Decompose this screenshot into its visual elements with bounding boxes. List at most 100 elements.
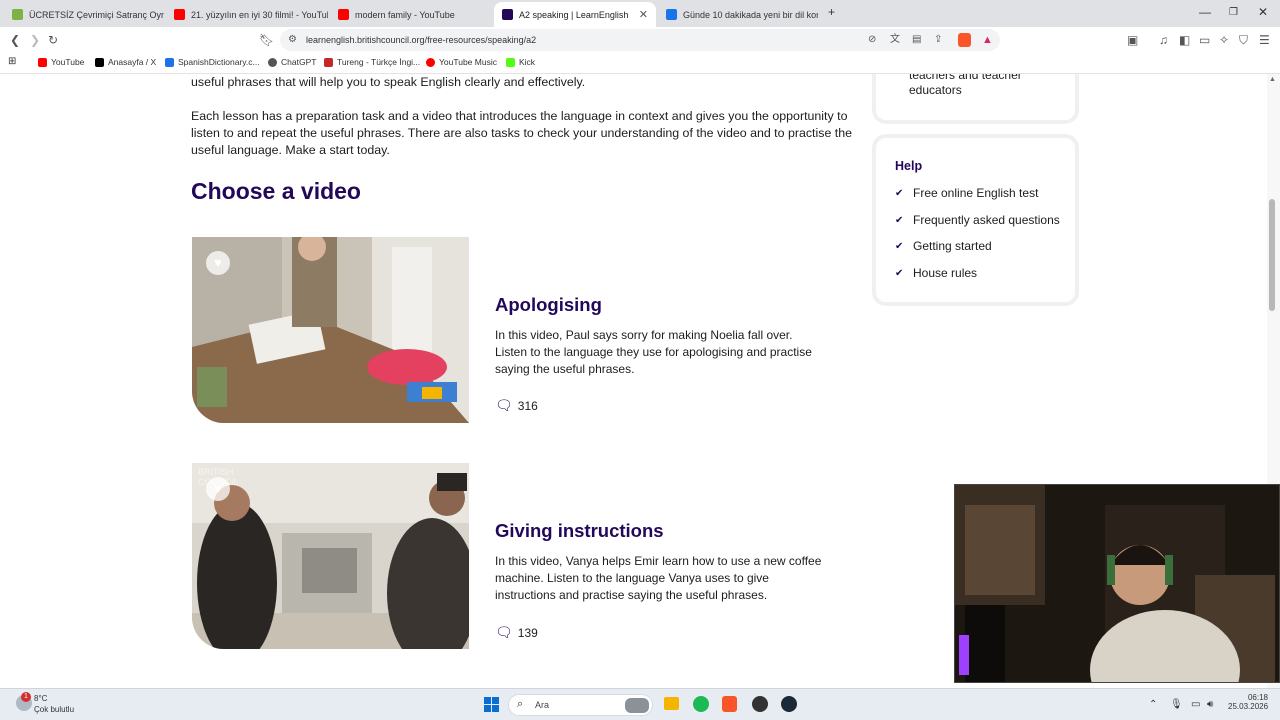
address-bar[interactable]: ⚙ learnenglish.britishcouncil.org/free-r… [280,29,1000,51]
media-icon[interactable]: ♫ [1159,32,1168,48]
share-icon[interactable]: ⇪ [934,29,942,51]
browser-toolbar: ❮ ❯ ↻ 🔖︎ ⚙ learnenglish.britishcouncil.o… [0,27,1280,53]
bookmark-spanishdictionary[interactable]: SpanishDictionary.c... [165,57,260,67]
description-line-3: useful language. Make a start today. [191,143,390,157]
bookmark-youtube-music[interactable]: YouTube Music [426,57,497,67]
help-link-faq[interactable]: ✔ Frequently asked questions [895,213,1060,227]
tureng-icon [324,57,333,67]
no-tracking-icon[interactable]: ⊘ [868,29,876,51]
kick-icon [506,57,515,67]
x-icon [95,57,104,67]
clock-date: 25.03.2026 [1228,702,1269,711]
bookmark-label: SpanishDictionary.c... [178,57,260,67]
webcam-video-image [955,485,1279,682]
scrollbar-thumb[interactable] [1269,199,1275,311]
sidebar-icon[interactable]: ◧ [1179,32,1190,48]
help-link-free-test[interactable]: ✔ Free online English test [895,186,1038,200]
tab-search-icon[interactable]: ▣ [1127,32,1138,48]
brave-rewards-icon[interactable]: ▲ [982,29,993,51]
vpn-icon[interactable]: ⛉ [1239,32,1248,48]
apps-grid-icon[interactable]: ⊞ [8,56,16,67]
section-title: Choose a video [191,178,361,204]
scroll-up-icon[interactable]: ▲ [1269,76,1276,83]
bookmarks-bar: ⊞ YouTube Anasayfa / X SpanishDictionary… [0,53,1280,74]
help-link-house-rules[interactable]: ✔ House rules [895,266,977,280]
youtube-favicon-icon [174,9,185,20]
language-favicon-icon [666,9,677,20]
apologising-scene-image [192,237,469,423]
clock-time: 06:18 [1247,693,1268,702]
tray-overflow-icon[interactable]: ⌃ [1149,699,1157,710]
video-thumbnail-giving-instructions[interactable]: ♥ BRITISH COUNCIL [192,463,469,649]
windows-start-icon[interactable] [484,697,499,712]
steam-icon[interactable] [781,696,797,712]
site-info-icon[interactable]: ⚙ [288,29,297,51]
help-box: Help ✔ Free online English test ✔ Freque… [872,134,1079,306]
sidebar-link-box: teachers and teacher educators [872,74,1079,124]
tab-youtube-modern-family[interactable]: modern family - YouTube [330,2,492,27]
search-icon: ⌕ [517,698,524,710]
restore-icon[interactable]: ❐ [1229,7,1238,18]
search-highlight-icon [625,698,649,713]
volume-icon[interactable]: 🔊︎ [1207,699,1213,710]
leo-ai-icon[interactable]: ✧ [1219,32,1229,48]
bookmark-tureng[interactable]: Tureng - Türkçe İngi... [324,57,420,67]
brave-shield-icon[interactable] [958,33,971,47]
tab-chess[interactable]: ÜCRETSİZ Çevrimiçi Satranç Oynayın [4,2,164,27]
tab-language-course[interactable]: Günde 10 dakikada yeni bir dil konuş [658,2,818,27]
help-link-getting-started[interactable]: ✔ Getting started [895,239,992,253]
youtube-music-icon [426,57,435,67]
minimize-icon[interactable]: — [1199,5,1211,19]
tab-title: ÜCRETSİZ Çevrimiçi Satranç Oynayın [29,9,164,20]
file-explorer-icon[interactable] [664,697,679,710]
sidebar-link-line-1: teachers and teacher [909,74,1022,82]
card-title-giving-instructions[interactable]: Giving instructions [495,520,664,542]
tab-learnenglish[interactable]: A2 speaking | LearnEnglish ✕ [494,2,656,27]
bookmark-kick[interactable]: Kick [506,57,535,67]
learnenglish-favicon-icon [502,9,513,20]
description-line-1: Each lesson has a preparation task and a… [191,109,848,123]
card-title-apologising[interactable]: Apologising [495,294,602,316]
bookmark-label: ChatGPT [281,57,317,67]
bookmark-label: Tureng - Türkçe İngi... [337,57,421,67]
reload-icon[interactable]: ↻ [48,32,58,48]
clock[interactable]: 06:18 25.03.2026 [1228,693,1268,711]
check-icon: ✔ [895,267,904,279]
bookmark-youtube[interactable]: YouTube [38,57,84,67]
giving-instructions-scene-image [192,463,469,649]
menu-icon[interactable]: ☰ [1259,32,1270,48]
video-thumbnail-apologising[interactable]: ♥ [192,237,469,423]
close-window-icon[interactable]: ✕ [1258,5,1268,19]
forward-icon[interactable]: ❯ [30,32,40,48]
reader-icon[interactable]: ▤ [912,29,921,51]
comment-count-value: 316 [517,398,538,413]
obs-icon[interactable] [752,696,768,712]
youtube-icon [38,57,47,67]
brave-browser-icon[interactable] [722,696,737,712]
comment-icon: 🗨︎ [495,397,513,413]
bookmark-label: Kick [519,57,536,67]
bookmark-icon[interactable]: 🔖︎ [259,32,274,48]
spotify-icon[interactable] [693,696,709,712]
card-desc-line-2: Listen to the language they use for apol… [495,345,812,359]
network-icon[interactable]: ▭ [1191,699,1200,710]
bookmark-label: Anasayfa / X [108,57,157,67]
help-link-label: Getting started [913,239,992,253]
taskbar-search[interactable]: ⌕ Ara [508,694,653,716]
chatgpt-icon [268,57,277,67]
microphone-icon[interactable]: 🎙︎ [1170,699,1183,710]
card-desc-line-3: instructions and practise saying the use… [495,588,768,602]
tab-youtube-films[interactable]: 21. yüzyılın en iyi 30 filmi! - YouTube [166,2,328,27]
sidebar-link-line-2: educators [909,83,962,97]
new-tab-icon[interactable]: + [828,5,835,19]
card-desc-line-1: In this video, Paul says sorry for makin… [495,328,793,342]
bookmark-x[interactable]: Anasayfa / X [95,57,156,67]
comment-count: 🗨︎ 316 [495,397,538,414]
back-icon[interactable]: ❮ [10,32,20,48]
wallet-icon[interactable]: ▭ [1199,32,1210,48]
favourite-heart-icon[interactable]: ♥ [206,251,230,275]
bookmark-chatgpt[interactable]: ChatGPT [268,57,316,67]
close-tab-icon[interactable]: ✕ [639,8,648,21]
sidebar-link-teachers[interactable]: teachers and teacher educators [909,74,1022,98]
translate-icon[interactable]: 文 [890,29,900,51]
